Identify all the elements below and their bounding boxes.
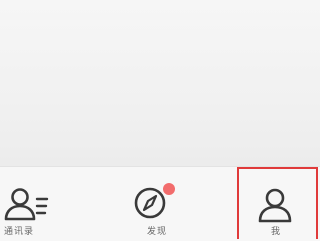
person-icon: [258, 188, 292, 223]
contacts-icon: [4, 188, 49, 221]
content-area: [0, 0, 320, 166]
tab-contacts-label: 通讯录: [4, 227, 35, 237]
tab-me-label: 我: [271, 227, 282, 237]
tab-discover[interactable]: 发现: [105, 167, 200, 241]
tab-contacts[interactable]: 通讯录: [0, 167, 90, 241]
bottom-tab-bar: 通讯录 发现 我: [0, 166, 320, 241]
tab-discover-label: 发现: [147, 227, 168, 237]
tab-me[interactable]: 我: [237, 167, 318, 239]
notification-dot: [163, 183, 175, 195]
